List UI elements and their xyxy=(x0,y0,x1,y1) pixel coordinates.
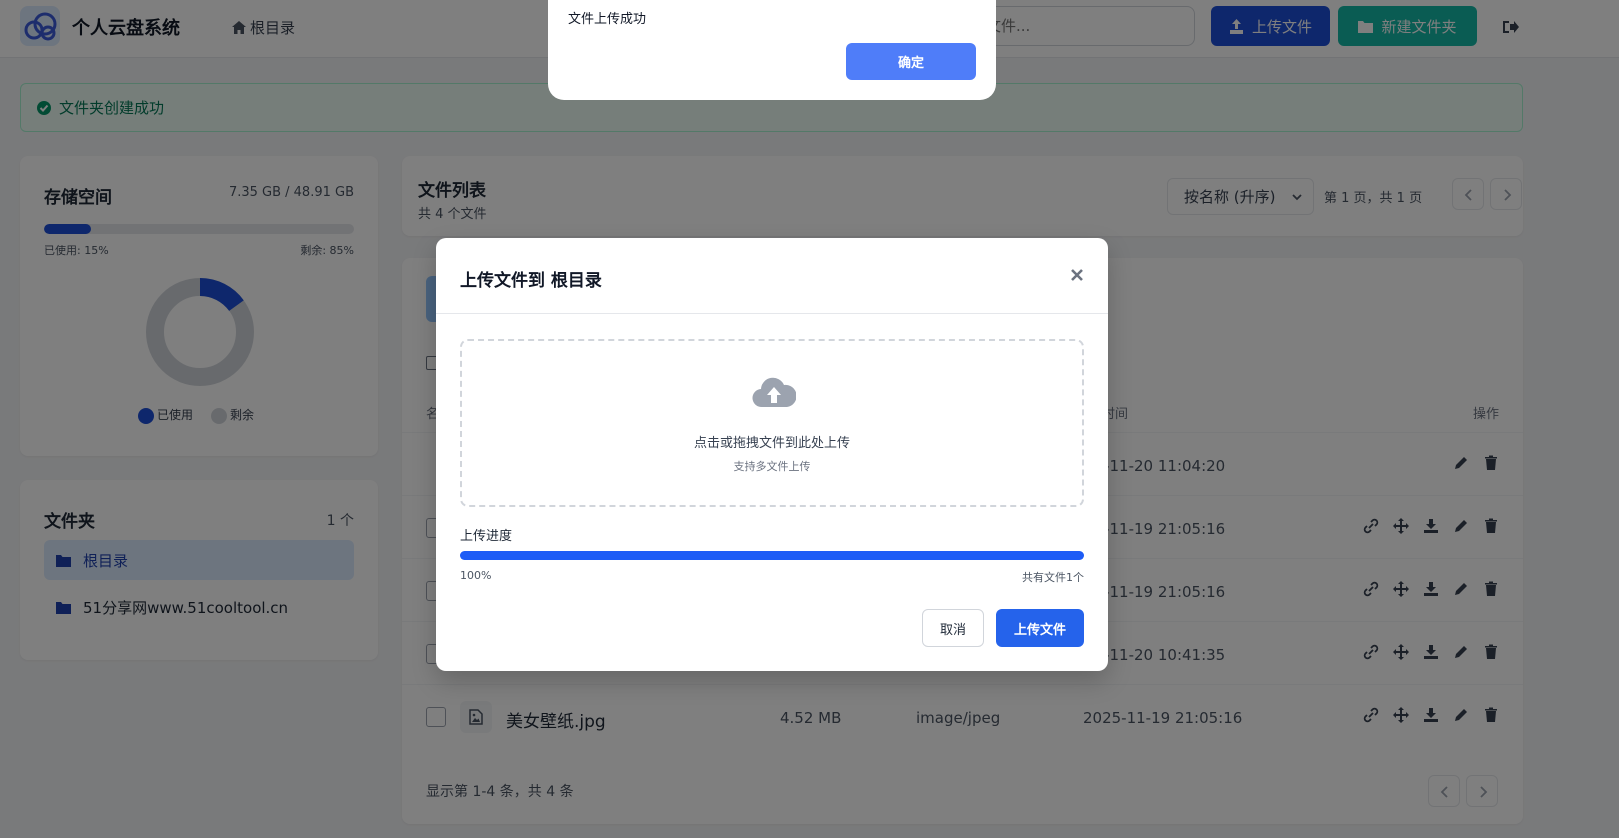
confirm-button[interactable]: 确定 xyxy=(846,43,976,80)
upload-modal-title: 上传文件到 根目录 xyxy=(460,271,602,291)
close-icon[interactable] xyxy=(1070,268,1084,282)
modal-upload-button[interactable]: 上传文件 xyxy=(996,609,1084,647)
dropzone-main-text: 点击或拖拽文件到此处上传 xyxy=(693,436,850,451)
upload-success-dialog: 文件上传成功 确定 xyxy=(548,0,996,100)
dropzone-sub-text: 支持多文件上传 xyxy=(733,460,811,473)
cloud-upload-icon xyxy=(752,377,796,408)
success-dialog-message: 文件上传成功 xyxy=(568,12,647,27)
upload-dropzone[interactable]: 点击或拖拽文件到此处上传 支持多文件上传 xyxy=(460,339,1084,507)
progress-percent: 100% xyxy=(460,569,492,582)
upload-progress-bar xyxy=(460,551,1084,560)
progress-label: 上传进度 xyxy=(460,529,513,544)
cancel-button[interactable]: 取消 xyxy=(922,609,984,647)
upload-modal: 上传文件到 根目录 点击或拖拽文件到此处上传 支持多文件上传 上传进度 100%… xyxy=(436,238,1108,671)
modal-divider xyxy=(436,313,1108,314)
upload-progress-fill xyxy=(460,551,1084,560)
progress-file-count: 共有文件1个 xyxy=(1022,571,1084,584)
